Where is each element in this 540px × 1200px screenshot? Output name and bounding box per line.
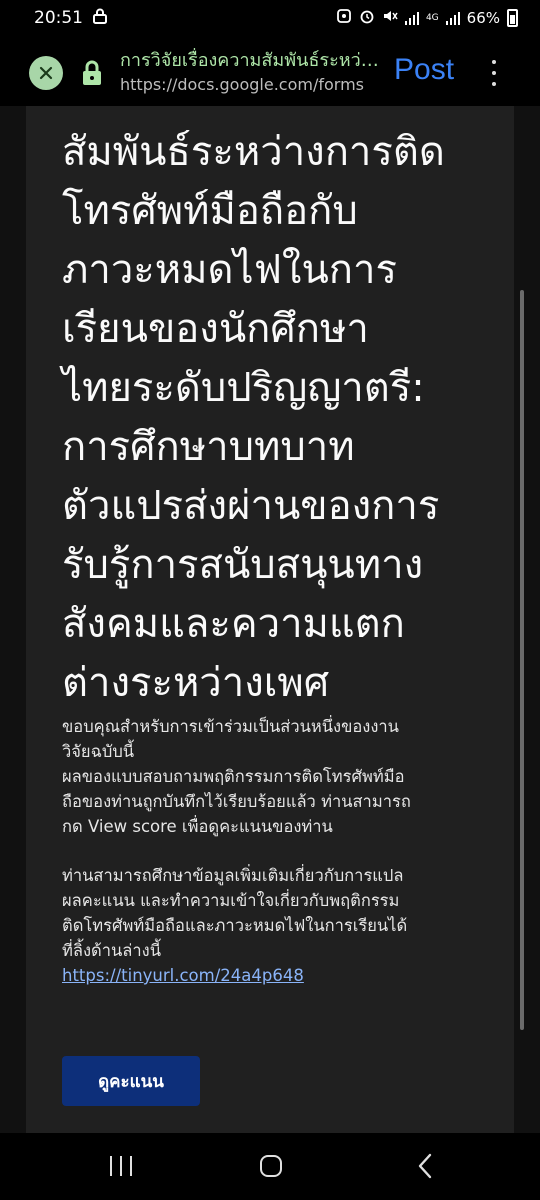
message-line: ขอบคุณสำหรับการเข้าร่วมเป็นส่วนหนึ่งของง… [62, 717, 399, 736]
message-line: ผลของแบบสอบถามพฤติกรรมการติดโทรศัพท์มือ [62, 767, 405, 786]
form-title-line: สัมพันธ์ระหว่างการติด [62, 129, 445, 175]
lock-status-icon [93, 8, 107, 29]
form-title-line: เรียนของนักศึกษา [62, 306, 369, 352]
status-left: 20:51 [34, 8, 107, 29]
status-bar: 20:51 4G 66% [0, 0, 540, 36]
secure-lock-icon[interactable] [82, 60, 102, 86]
message-line: กด View score เพื่อดูคะแนนของท่าน [62, 817, 333, 836]
more-info-paragraph: ท่านสามารถศึกษาข้อมูลเพิ่มเติมเกี่ยวกับก… [62, 863, 492, 963]
form-title-line: สังคมและความแตก [62, 601, 405, 647]
scrollbar[interactable] [520, 290, 524, 1030]
signal-icon [404, 11, 419, 25]
form-title-line: ต่างระหว่างเพศ [62, 660, 330, 706]
status-right: 4G 66% [336, 8, 518, 28]
status-time: 20:51 [34, 8, 83, 28]
message-line: ติดโทรศัพท์มือถือและภาวะหมดไฟในการเรียนไ… [62, 916, 408, 935]
result-link[interactable]: https://tinyurl.com/24a4p648 [62, 966, 304, 985]
confirmation-message: ขอบคุณสำหรับการเข้าร่วมเป็นส่วนหนึ่งของง… [62, 714, 492, 988]
form-title-line: ไทยระดับปริญญาตรี: [62, 365, 425, 411]
form-title-line: ตัวแปรส่งผ่านของการ [62, 483, 440, 529]
notification-icon [336, 8, 352, 28]
close-icon [39, 66, 53, 80]
battery-icon [507, 9, 518, 27]
more-menu-icon[interactable] [490, 60, 498, 86]
battery-percent: 66% [466, 9, 500, 27]
page-title: การวิจัยเรื่องความสัมพันธ์ระหว่างการติดโ… [120, 50, 382, 71]
form-title-line: การวิจัยเรื่องความ [62, 106, 502, 123]
thank-you-paragraph: ขอบคุณสำหรับการเข้าร่วมเป็นส่วนหนึ่งของง… [62, 714, 492, 839]
home-button[interactable] [260, 1155, 282, 1177]
recents-button[interactable] [110, 1156, 132, 1176]
message-line: ผลคะแนน และทำความเข้าใจเกี่ยวกับพฤติกรรม [62, 891, 400, 910]
message-line: ถือของท่านถูกบันทึกไว้เรียบร้อยแล้ว ท่าน… [62, 792, 411, 811]
url-bar[interactable]: การวิจัยเรื่องความสัมพันธ์ระหว่างการติดโ… [120, 48, 382, 96]
mute-icon [382, 8, 398, 28]
post-button[interactable]: Post [394, 50, 454, 90]
page-url: https://docs.google.com/forms [120, 75, 364, 94]
form-title-line: การศึกษาบทบาท [62, 424, 355, 470]
signal-icon-2 [445, 11, 460, 25]
back-button[interactable] [414, 1153, 438, 1179]
form-title-line: รับรู้การสนับสนุนทาง [62, 542, 424, 588]
message-line: ท่านสามารถศึกษาข้อมูลเพิ่มเติมเกี่ยวกับก… [62, 866, 404, 885]
message-line: ที่ลิ้งด้านล่างนี้ [62, 941, 162, 960]
form-title-line: ภาวะหมดไฟในการ [62, 247, 397, 293]
close-tab-button[interactable] [29, 56, 63, 90]
phone-screen: 20:51 4G 66% การวิจัยเรื่องความสัมพันธ์ร… [0, 0, 540, 1200]
back-icon [418, 1153, 432, 1179]
network-type: 4G [425, 12, 439, 23]
message-line: วิจัยฉบับนี้ [62, 742, 135, 761]
form-card: การวิจัยเรื่องความสัมพันธ์ระหว่างการติดโ… [26, 106, 514, 1133]
navigation-bar [0, 1133, 540, 1200]
form-title: การวิจัยเรื่องความสัมพันธ์ระหว่างการติดโ… [62, 106, 502, 713]
alarm-icon [359, 8, 375, 28]
browser-toolbar: การวิจัยเรื่องความสัมพันธ์ระหว่างการติดโ… [0, 36, 540, 106]
view-score-button[interactable]: ดูคะแนน [62, 1056, 200, 1106]
form-title-line: โทรศัพท์มือถือกับ [62, 188, 358, 234]
